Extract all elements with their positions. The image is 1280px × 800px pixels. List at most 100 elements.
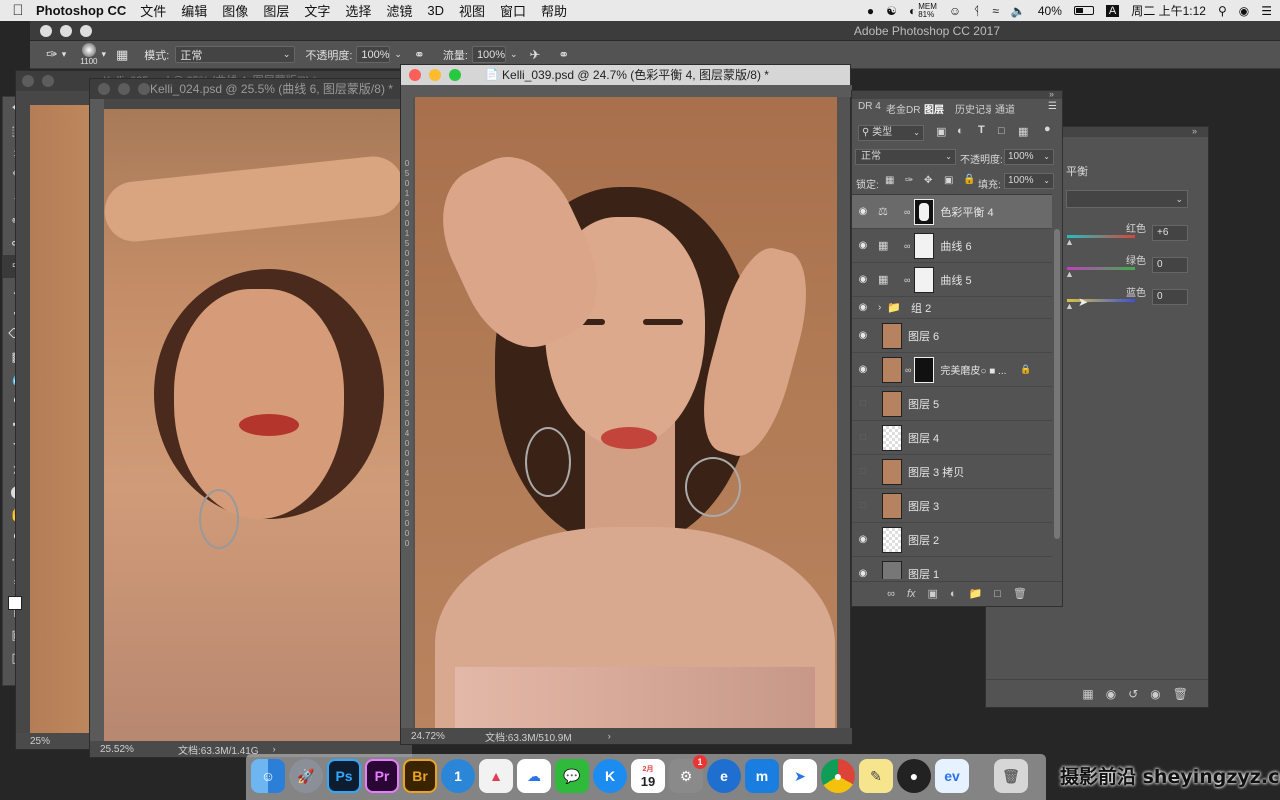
eye-icon[interactable]: ◉: [852, 206, 874, 217]
vertical-ruler-middle[interactable]: [90, 99, 104, 743]
layer-mask-thumb[interactable]: [914, 198, 935, 225]
layer-name[interactable]: 图层 5: [908, 396, 939, 412]
layer-thumb[interactable]: [882, 390, 902, 417]
layer-mask-thumb[interactable]: [914, 356, 935, 383]
status-menu-icon[interactable]: ›: [273, 744, 276, 754]
layer-name[interactable]: 图层 4: [908, 430, 939, 446]
tab-laojin-dr[interactable]: 老金DR: [886, 101, 920, 116]
collapse-panel-icon[interactable]: »: [1192, 126, 1197, 136]
status-menu-icon[interactable]: ›: [608, 731, 611, 741]
battery-percent[interactable]: 40%: [1038, 4, 1062, 18]
panel-menu-icon[interactable]: ☰: [1048, 101, 1057, 112]
wechat-icon[interactable]: 💬: [555, 759, 589, 793]
wifi-icon[interactable]: ≈: [992, 4, 999, 18]
eye-icon[interactable]: ◉: [852, 330, 874, 341]
lock-all-icon[interactable]: 🔒: [963, 174, 975, 185]
volume-icon[interactable]: 🔈: [1011, 4, 1026, 18]
clip-to-layer-icon[interactable]: ▦: [1082, 687, 1093, 701]
tab-layers[interactable]: 图层: [924, 101, 944, 116]
bridge-icon[interactable]: Br: [403, 759, 437, 793]
zoom-level-front[interactable]: 24.72%: [411, 731, 485, 742]
opacity-dropdown-icon[interactable]: ⌄: [394, 49, 402, 60]
lock-position-icon[interactable]: ✥: [924, 175, 932, 186]
mode-select[interactable]: 正常 ⌄: [175, 46, 296, 63]
menu-select[interactable]: 选择: [345, 1, 371, 20]
green-slider-track[interactable]: [1067, 267, 1135, 270]
eye-icon[interactable]: ◉: [852, 274, 874, 285]
layer-mask-thumb[interactable]: [914, 266, 935, 293]
layer-name[interactable]: 图层 6: [908, 328, 939, 344]
document-window-front[interactable]: Kelli_039.psd @ 24.7% (色彩平衡 4, 图层蒙版/8) *…: [400, 64, 852, 745]
layer-thumb[interactable]: [882, 424, 902, 451]
link-icon[interactable]: ∞: [904, 275, 910, 285]
new-group-icon[interactable]: 📁: [969, 587, 983, 600]
red-slider-track[interactable]: [1067, 235, 1135, 238]
layer-thumb[interactable]: [882, 492, 902, 519]
edge-browser-icon[interactable]: e: [707, 759, 741, 793]
menu-window[interactable]: 窗口: [500, 1, 526, 20]
link-icon[interactable]: ∞: [904, 207, 910, 217]
layer-thumb[interactable]: [882, 560, 902, 579]
layer-name[interactable]: 色彩平衡 4: [940, 204, 993, 220]
minimize-button[interactable]: [429, 69, 441, 81]
link-layers-icon[interactable]: ∞: [887, 588, 895, 600]
creative-cloud-icon[interactable]: ☯: [886, 4, 897, 18]
blue-slider-thumb[interactable]: ▲: [1065, 301, 1074, 311]
zoom-button[interactable]: [138, 83, 150, 95]
layer-name[interactable]: 图层 3: [908, 498, 939, 514]
reset-icon[interactable]: ↺: [1128, 687, 1138, 701]
horizontal-ruler-front[interactable]: [401, 85, 852, 97]
app-menu[interactable]: Photoshop CC: [36, 3, 126, 18]
menu-edit[interactable]: 编辑: [181, 1, 207, 20]
layers-scrollbar[interactable]: [1054, 229, 1060, 539]
eye-off-icon[interactable]: □: [852, 432, 874, 443]
visibility-icon[interactable]: ◉: [1150, 687, 1160, 701]
layer-row-curves-6[interactable]: ◉ ▦ ∞ 曲线 6: [852, 229, 1052, 263]
apple-icon[interactable]: : [0, 2, 36, 19]
layer-row-perfect-retouch[interactable]: ◉ ∞ 完美磨皮○ ■ ... 🔒: [852, 353, 1052, 387]
layers-panel-header[interactable]: [852, 91, 1062, 99]
baidu-netdisk-icon[interactable]: ☁: [517, 759, 551, 793]
eye-off-icon[interactable]: □: [852, 500, 874, 511]
zoom-level-back[interactable]: 25%: [30, 736, 50, 747]
menu-layer[interactable]: 图层: [263, 1, 289, 20]
trash-icon[interactable]: 🗑: [1013, 587, 1027, 600]
foreground-color[interactable]: [8, 596, 22, 611]
layer-thumb[interactable]: [882, 356, 902, 383]
eye-icon[interactable]: ◉: [852, 302, 874, 313]
brush-panel-icon[interactable]: ▦: [116, 47, 128, 63]
tab-channels[interactable]: 通道: [995, 101, 1015, 116]
layer-name[interactable]: 图层 1: [908, 566, 939, 580]
lock-artboard-icon[interactable]: ▣: [944, 175, 953, 186]
eye-off-icon[interactable]: □: [852, 466, 874, 477]
layer-mask-thumb[interactable]: [914, 232, 935, 259]
tab-dr4[interactable]: DR 4: [858, 101, 881, 112]
canvas-middle[interactable]: [101, 109, 412, 743]
trash-bin-icon[interactable]: 🗑: [994, 759, 1028, 793]
minimize-button[interactable]: [118, 83, 130, 95]
link-icon[interactable]: ∞: [905, 365, 911, 375]
menu-file[interactable]: 文件: [140, 1, 166, 20]
layer-row-layer-6[interactable]: ◉ 图层 6: [852, 319, 1052, 353]
link-icon[interactable]: ∞: [904, 241, 910, 251]
qq-icon[interactable]: ●: [897, 759, 931, 793]
zoom-button[interactable]: [449, 69, 461, 81]
fill-input[interactable]: 100% ⌄: [1004, 173, 1054, 189]
filter-toggle-icon[interactable]: ●: [1044, 123, 1051, 135]
blend-mode-select[interactable]: 正常 ⌄: [855, 149, 956, 165]
red-value-input[interactable]: +6: [1152, 225, 1188, 241]
menu-filter[interactable]: 滤镜: [386, 1, 412, 20]
layer-name[interactable]: 曲线 6: [940, 238, 971, 254]
collapse-panel-icon[interactable]: »: [1049, 89, 1054, 99]
m-app-icon[interactable]: m: [745, 759, 779, 793]
layer-row-layer-5[interactable]: □ 图层 5: [852, 387, 1052, 421]
brush-picker-dropdown-icon[interactable]: ▾: [101, 49, 106, 60]
flow-dropdown-icon[interactable]: ⌄: [510, 49, 518, 60]
close-button[interactable]: [22, 75, 34, 87]
chrome-icon[interactable]: ●: [821, 759, 855, 793]
finder-icon[interactable]: ☺: [251, 759, 285, 793]
new-adjustment-icon[interactable]: ◐: [950, 588, 957, 600]
chevron-right-icon[interactable]: ›: [878, 302, 881, 313]
lock-pixels-icon[interactable]: ✑: [905, 175, 913, 186]
layer-thumb[interactable]: [882, 458, 902, 485]
